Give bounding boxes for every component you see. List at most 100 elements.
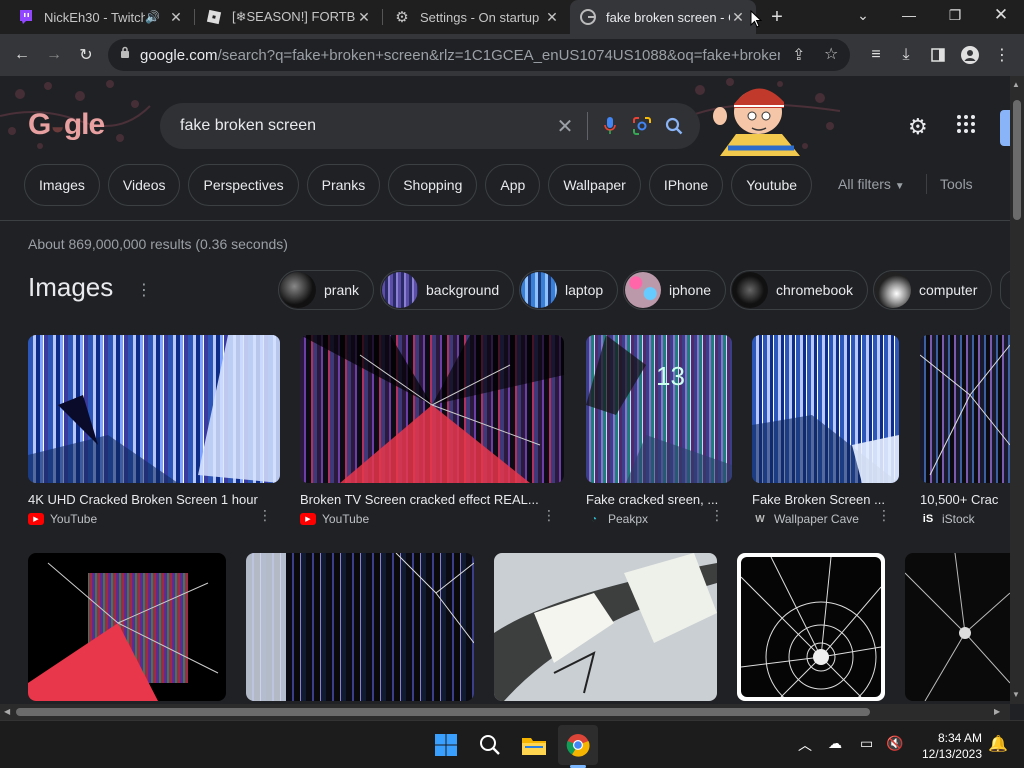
search-icon[interactable] xyxy=(658,110,690,142)
vertical-scroll-thumb[interactable] xyxy=(1013,100,1021,220)
result-title[interactable]: Fake cracked sreen, ... xyxy=(586,492,732,507)
taskbar-search-icon[interactable] xyxy=(470,725,510,765)
back-arrow-icon[interactable]: ← xyxy=(8,41,36,69)
more-options-icon[interactable]: ⋮ xyxy=(258,507,272,524)
doodle-character-image[interactable] xyxy=(708,78,808,161)
thumbnail-image[interactable] xyxy=(920,335,1010,483)
thumbnail-image[interactable] xyxy=(494,553,717,701)
windows-start-icon[interactable] xyxy=(426,725,466,765)
chip-pranks[interactable]: Pranks xyxy=(306,164,381,206)
more-options-icon[interactable]: ⋮ xyxy=(877,507,891,524)
close-tab-icon[interactable]: ✕ xyxy=(730,9,746,26)
thumbnail-image[interactable] xyxy=(300,335,564,483)
result-title[interactable]: 10,500+ Crac xyxy=(920,492,1010,507)
related-chip-computer[interactable]: computer xyxy=(873,270,993,310)
taskbar-clock[interactable]: 8:34 AM 12/13/2023 xyxy=(910,730,982,762)
lock-icon[interactable] xyxy=(120,46,130,64)
share-icon[interactable]: ⇪ xyxy=(792,45,805,65)
chip-videos[interactable]: Videos xyxy=(107,164,181,206)
clear-search-icon[interactable]: ✕ xyxy=(549,110,581,142)
search-box[interactable]: fake broken screen ✕ xyxy=(160,103,700,149)
all-filters-dropdown[interactable]: All filters ▼ xyxy=(838,176,905,192)
related-chip-iphone[interactable]: iphone xyxy=(623,270,727,310)
tools-button[interactable]: Tools xyxy=(940,176,973,192)
more-options-icon[interactable]: ⋮ xyxy=(136,280,152,300)
apps-grid-icon[interactable] xyxy=(956,114,976,139)
related-chip-more[interactable] xyxy=(1000,270,1010,310)
image-result-card[interactable] xyxy=(905,553,1010,701)
related-chip-background[interactable]: background xyxy=(380,270,515,310)
image-result-card[interactable]: 13 Fake cracked sreen, ... ◔ Peakpx ⋮ xyxy=(586,335,732,526)
google-doodle-logo[interactable]: G◒gle xyxy=(28,108,105,142)
scroll-left-icon[interactable]: ◀ xyxy=(4,707,10,716)
close-window-icon[interactable]: ✕ xyxy=(978,0,1024,30)
network-icon[interactable]: ▭ xyxy=(860,735,873,752)
thumbnail-image[interactable] xyxy=(737,553,885,701)
tab-google-search[interactable]: fake broken screen - Google ✕ xyxy=(570,0,756,34)
scroll-down-icon[interactable]: ▼ xyxy=(1012,690,1020,699)
scroll-right-icon[interactable]: ▶ xyxy=(994,707,1000,716)
image-result-card[interactable]: 4K UHD Cracked Broken Screen 1 hour ▶ You… xyxy=(28,335,280,526)
more-options-icon[interactable]: ⋮ xyxy=(542,507,556,524)
google-lens-icon[interactable] xyxy=(626,110,658,142)
chrome-menu-icon[interactable]: ⋮ xyxy=(988,41,1016,69)
show-hidden-icons-chevron-icon[interactable]: ︿ xyxy=(798,735,812,755)
chip-perspectives[interactable]: Perspectives xyxy=(188,164,299,206)
image-result-card[interactable] xyxy=(737,553,885,701)
result-title[interactable]: Fake Broken Screen ... xyxy=(752,492,899,507)
cloud-sync-icon[interactable]: ☁ xyxy=(828,735,842,752)
image-result-card[interactable] xyxy=(494,553,717,701)
tab-twitch[interactable]: NickEh30 - Twitch 🔊 ✕ xyxy=(8,0,194,34)
image-result-card[interactable]: Broken TV Screen cracked effect REAL... … xyxy=(300,335,564,526)
related-chip-laptop[interactable]: laptop xyxy=(519,270,619,310)
speaker-icon[interactable]: 🔊 xyxy=(145,10,160,24)
forward-arrow-icon[interactable]: → xyxy=(40,41,68,69)
related-chip-chromebook[interactable]: chromebook xyxy=(730,270,869,310)
chip-images[interactable]: Images xyxy=(24,164,100,206)
chip-youtube[interactable]: Youtube xyxy=(731,164,813,206)
chrome-taskbar-icon[interactable] xyxy=(558,725,598,765)
reading-list-icon[interactable]: ≡ xyxy=(862,41,890,69)
profile-avatar-icon[interactable] xyxy=(956,41,984,69)
thumbnail-image[interactable] xyxy=(752,335,899,483)
settings-gear-icon[interactable]: ⚙ xyxy=(908,114,928,140)
result-title[interactable]: Broken TV Screen cracked effect REAL... xyxy=(300,492,564,507)
new-tab-icon[interactable]: + xyxy=(766,6,788,28)
image-result-card[interactable]: Fake Broken Screen ... W Wallpaper Cave ⋮ xyxy=(752,335,899,526)
tab-search-chevron-icon[interactable]: ⌄ xyxy=(840,0,886,30)
microphone-icon[interactable] xyxy=(594,110,626,142)
side-panel-icon[interactable] xyxy=(924,41,952,69)
notification-bell-icon[interactable]: 🔔 xyxy=(988,734,1008,754)
volume-muted-icon[interactable]: 🔇 xyxy=(886,735,903,752)
thumbnail-image[interactable] xyxy=(905,553,1010,701)
bookmark-star-icon[interactable]: ☆ xyxy=(824,44,838,64)
more-options-icon[interactable]: ⋮ xyxy=(710,507,724,524)
scroll-up-icon[interactable]: ▲ xyxy=(1012,80,1020,89)
restore-icon[interactable]: ❐ xyxy=(932,0,978,30)
thumbnail-image[interactable] xyxy=(246,553,474,701)
thumbnail-image[interactable] xyxy=(28,553,226,701)
result-title[interactable]: 4K UHD Cracked Broken Screen 1 hour xyxy=(28,492,280,507)
minimize-icon[interactable]: — xyxy=(886,0,932,30)
address-bar[interactable]: google.com/search?q=fake+broken+screen&r… xyxy=(108,39,850,71)
image-result-card[interactable] xyxy=(28,553,226,701)
close-tab-icon[interactable]: ✕ xyxy=(544,9,560,26)
chip-shopping[interactable]: Shopping xyxy=(388,164,478,206)
chip-app[interactable]: App xyxy=(485,164,541,206)
reload-icon[interactable]: ↻ xyxy=(72,41,100,69)
file-explorer-icon[interactable] xyxy=(514,725,554,765)
tab-roblox[interactable]: [❄SEASON!] FORTBLOX ✕ xyxy=(196,0,382,34)
chip-iphone[interactable]: IPhone xyxy=(648,164,724,206)
image-result-card[interactable]: 10,500+ Crac iS iStock xyxy=(920,335,1010,526)
download-icon[interactable]: ⤓ xyxy=(892,41,920,69)
related-chip-prank[interactable]: prank xyxy=(278,270,375,310)
close-tab-icon[interactable]: ✕ xyxy=(168,9,184,26)
thumbnail-image[interactable]: 13 xyxy=(586,335,732,483)
tab-settings[interactable]: ⚙ Settings - On startup ✕ xyxy=(384,0,570,34)
thumbnail-image[interactable] xyxy=(28,335,280,483)
horizontal-scroll-thumb[interactable] xyxy=(16,708,870,716)
chip-wallpaper[interactable]: Wallpaper xyxy=(548,164,641,206)
search-query[interactable]: fake broken screen xyxy=(180,117,549,135)
sign-in-button[interactable] xyxy=(1000,110,1010,146)
image-result-card[interactable] xyxy=(246,553,474,701)
